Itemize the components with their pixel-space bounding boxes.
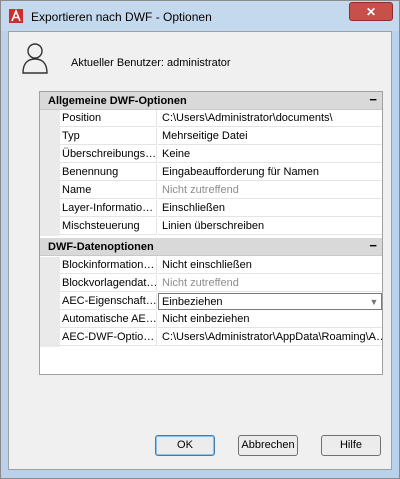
row-gutter: [40, 164, 60, 182]
property-value[interactable]: C:\Users\Administrator\documents\: [158, 110, 382, 127]
dialog-body: Aktueller Benutzer: administrator Allgem…: [8, 31, 392, 470]
property-name: Benennung: [60, 164, 157, 181]
property-row[interactable]: Layer-Informatio… Einschließen: [40, 200, 382, 218]
property-value[interactable]: Linien überschreiben: [158, 218, 382, 235]
property-value[interactable]: Mehrseitige Datei: [158, 128, 382, 145]
property-name: Name: [60, 182, 157, 199]
property-name: AEC-DWF-Optio…: [60, 329, 157, 346]
property-name: Blockinformation…: [60, 257, 157, 274]
row-gutter: [40, 200, 60, 218]
property-value[interactable]: Einschließen: [158, 200, 382, 217]
current-user-label: Aktueller Benutzer: administrator: [71, 57, 231, 69]
collapse-icon[interactable]: −: [369, 92, 377, 107]
close-button[interactable]: ✕: [349, 2, 393, 21]
property-name: Mischsteuerung: [60, 218, 157, 235]
property-row[interactable]: Blockvorlagendat… Nicht zutreffend: [40, 275, 382, 293]
ok-button[interactable]: OK: [155, 435, 215, 456]
cancel-button[interactable]: Abbrechen: [238, 435, 298, 456]
row-gutter: [40, 293, 60, 311]
property-row[interactable]: Automatische AE… Nicht einbeziehen: [40, 311, 382, 329]
property-name: Überschreibungs…: [60, 146, 157, 163]
dialog-window: Exportieren nach DWF - Optionen ✕ Aktuel…: [0, 0, 400, 479]
category-title: DWF-Datenoptionen: [48, 241, 154, 253]
property-row[interactable]: Name Nicht zutreffend: [40, 182, 382, 200]
property-row[interactable]: Benennung Eingabeaufforderung für Namen: [40, 164, 382, 182]
property-row[interactable]: Mischsteuerung Linien überschreiben: [40, 218, 382, 236]
property-name: Blockvorlagendat…: [60, 275, 157, 292]
property-name: AEC-Eigenschaft…: [60, 293, 157, 310]
row-gutter: [40, 182, 60, 200]
property-name: Typ: [60, 128, 157, 145]
row-gutter: [40, 275, 60, 293]
category-header-general[interactable]: Allgemeine DWF-Optionen −: [40, 92, 382, 110]
title-bar[interactable]: Exportieren nach DWF - Optionen ✕: [1, 1, 399, 31]
user-silhouette-icon: [22, 43, 48, 74]
row-gutter: [40, 329, 60, 347]
property-row[interactable]: Überschreibungs… Keine: [40, 146, 382, 164]
property-value[interactable]: C:\Users\Administrator\AppData\Roaming\A…: [158, 329, 382, 346]
property-row[interactable]: Blockinformation… Nicht einschließen: [40, 257, 382, 275]
category-header-data[interactable]: DWF-Datenoptionen −: [40, 238, 382, 256]
property-row[interactable]: Position C:\Users\Administrator\document…: [40, 110, 382, 128]
close-icon: ✕: [365, 5, 377, 19]
chevron-down-icon[interactable]: ▼: [369, 297, 379, 307]
property-name: Position: [60, 110, 157, 127]
row-gutter: [40, 311, 60, 329]
autocad-logo-icon: [9, 9, 23, 23]
window-title: Exportieren nach DWF - Optionen: [31, 10, 212, 24]
property-row[interactable]: AEC-DWF-Optio… C:\Users\Administrator\Ap…: [40, 329, 382, 347]
property-name: Layer-Informatio…: [60, 200, 157, 217]
property-row-selected[interactable]: AEC-Eigenschaft… Einbeziehen ▼: [40, 293, 382, 311]
property-value[interactable]: Eingabeaufforderung für Namen: [158, 164, 382, 181]
property-value[interactable]: Keine: [158, 146, 382, 163]
property-value[interactable]: Nicht einschließen: [158, 257, 382, 274]
property-grid: Allgemeine DWF-Optionen − Position C:\Us…: [39, 91, 383, 375]
row-gutter: [40, 257, 60, 275]
property-value-disabled: Nicht zutreffend: [158, 182, 382, 199]
row-gutter: [40, 128, 60, 146]
dropdown-value: Einbeziehen: [162, 296, 223, 308]
help-button[interactable]: Hilfe: [321, 435, 381, 456]
property-dropdown[interactable]: Einbeziehen ▼: [158, 293, 382, 310]
row-gutter: [40, 110, 60, 128]
property-value-disabled: Nicht zutreffend: [158, 275, 382, 292]
property-name: Automatische AE…: [60, 311, 157, 328]
collapse-icon[interactable]: −: [369, 238, 377, 253]
row-gutter: [40, 146, 60, 164]
category-title: Allgemeine DWF-Optionen: [48, 95, 187, 107]
property-row[interactable]: Typ Mehrseitige Datei: [40, 128, 382, 146]
property-value[interactable]: Nicht einbeziehen: [158, 311, 382, 328]
row-gutter: [40, 218, 60, 236]
